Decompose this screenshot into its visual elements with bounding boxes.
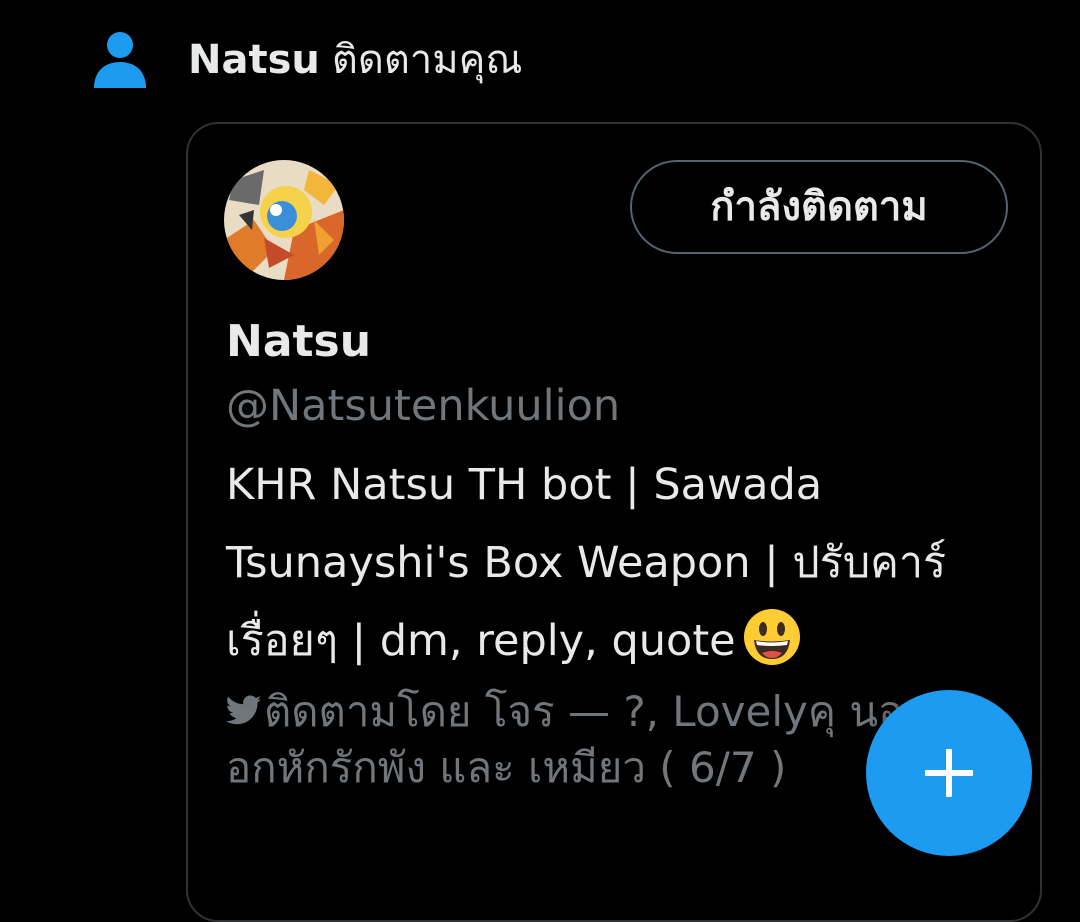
avatar-image bbox=[224, 160, 344, 280]
notification-action-text: ติดตามคุณ bbox=[331, 37, 523, 83]
user-bio: KHR Natsu TH bot | Sawada Tsunayshi's Bo… bbox=[226, 446, 966, 680]
avatar[interactable] bbox=[224, 160, 344, 280]
notification-text: Natsu ติดตามคุณ bbox=[188, 30, 523, 90]
notification-user-name[interactable]: Natsu bbox=[188, 37, 320, 83]
grinning-face-emoji bbox=[743, 609, 800, 665]
twitter-bird-icon bbox=[226, 695, 262, 725]
plus-icon bbox=[925, 749, 973, 797]
display-name[interactable]: Natsu bbox=[226, 314, 371, 370]
bio-text: KHR Natsu TH bot | Sawada Tsunayshi's Bo… bbox=[226, 460, 947, 666]
compose-button[interactable] bbox=[866, 690, 1032, 856]
person-icon bbox=[94, 32, 146, 88]
user-handle[interactable]: @Natsutenkuulion bbox=[226, 378, 620, 434]
following-button[interactable]: กำลังติดตาม bbox=[630, 160, 1008, 254]
followed-by-text: ติดตามโดย โจร — ?, Lovelyคุ นอน |อกหักรั… bbox=[226, 687, 960, 792]
